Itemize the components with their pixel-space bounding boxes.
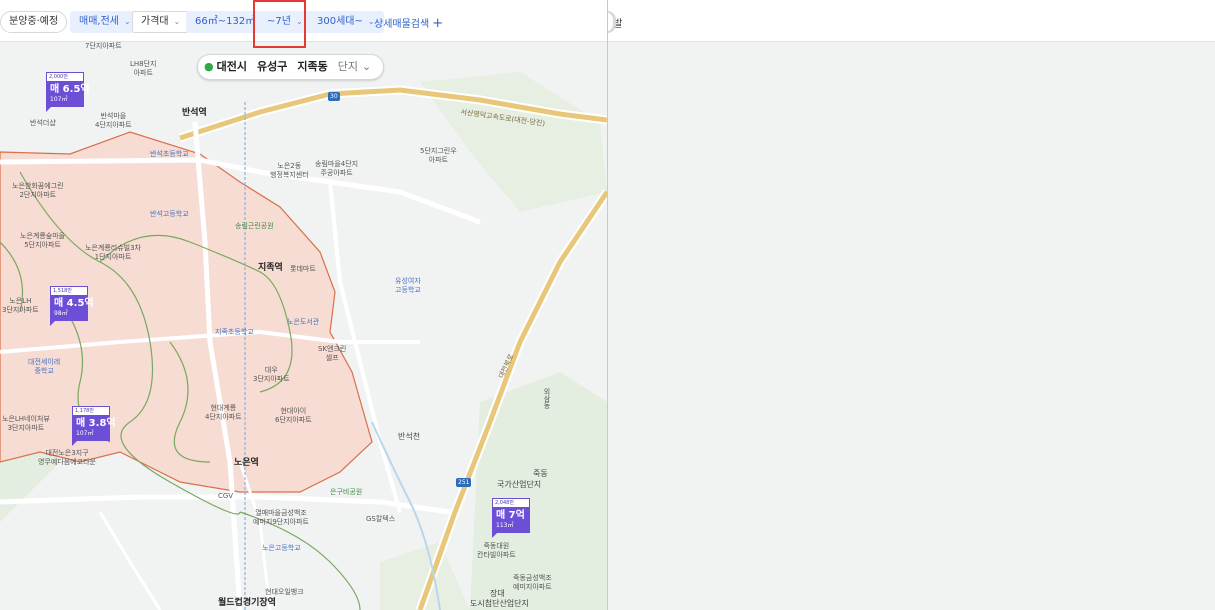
- detail-search-label: 상세매물검색: [374, 19, 430, 30]
- map-label: 죽동금성백조 예미지아파트: [513, 574, 552, 591]
- marker-price: 매 4.5억: [54, 298, 94, 309]
- plus-icon: +: [432, 16, 444, 31]
- map-label: 대전세이레 중학교: [28, 358, 61, 375]
- marker-unit-price: 1,518만: [50, 286, 88, 295]
- station-label: 월드컵경기장역: [218, 598, 276, 608]
- filter-toolbar: 개발: [608, 0, 1215, 42]
- station-label: 지족역: [258, 263, 283, 273]
- map-canvas[interactable]: ● 대전시 유성구 지족동 단지 ⌄ 30 251 7단지아파트 LH8단지 아파트 반석…: [0, 42, 607, 610]
- station-label: 반석역: [182, 108, 207, 118]
- marker-area: 113㎡: [496, 522, 514, 529]
- map-label: CGV: [218, 492, 234, 500]
- map-label: 외삼동: [543, 388, 551, 409]
- map-label: 죽동대원 칸타빌아파트: [477, 542, 516, 559]
- location-selector[interactable]: ● 대전시 유성구 지족동 단지 ⌄: [197, 54, 385, 80]
- map-label: 반석더샵: [30, 119, 56, 127]
- map-label: 반석초등학교: [150, 150, 189, 158]
- complex-label: 단지: [337, 60, 358, 73]
- map-label: GS칼텍스: [366, 515, 396, 523]
- marker-price: 매 3.8억: [76, 418, 116, 429]
- sale-status-label: 분양중·예정: [9, 16, 59, 27]
- marker-price: 매 7억: [496, 510, 525, 521]
- highway-30-shield: 30: [328, 92, 340, 101]
- map-label: 유성여자 고등학교: [395, 277, 421, 294]
- map-label: 현대오일뱅크: [265, 588, 304, 596]
- map-label: 5단지그린우 아파트: [420, 147, 457, 164]
- map-pane-left: 분양중·예정 매매,전세⌄ 가격대⌄ 66㎡~132㎡⌄ ~7년⌄ 300세대~…: [0, 0, 607, 610]
- marker-area: 107㎡: [76, 430, 94, 437]
- chevron-down-icon: ⌄: [123, 17, 131, 26]
- map-label: 노은계룡숲마을 5단지아파트: [20, 232, 66, 249]
- map-label: 열매마을금성백조 예미지9단지아파트: [253, 509, 309, 526]
- map-label: 대우 3단지아파트: [253, 366, 290, 383]
- map-label: 노은계룡리슈빌3차 1단지아파트: [85, 244, 141, 261]
- map-label: 노은LH네이처뷰 3단지아파트: [2, 415, 50, 432]
- map-label: 반석고등학교: [150, 210, 189, 218]
- marker-unit-price: 2,048만: [492, 498, 530, 507]
- price-marker[interactable]: 2,048만 매 7억 113㎡: [492, 498, 530, 538]
- price-marker[interactable]: 1,178만 매 3.8억 107㎡: [72, 406, 116, 446]
- city-label: 대전시: [216, 60, 247, 73]
- map-label: 죽동: [533, 469, 548, 478]
- price-label: 가격대: [141, 16, 169, 27]
- map-label: 반석천: [398, 432, 421, 441]
- map-label: 장대: [490, 589, 505, 598]
- map-label: 7단지아파트: [85, 42, 122, 50]
- district-label: 유성구: [256, 60, 288, 73]
- map-label: 국가산업단지: [497, 480, 542, 489]
- map-pin-icon: ●: [204, 60, 214, 73]
- map-label: 노은LH 3단지아파트: [2, 297, 39, 314]
- age-filter-highlight: [253, 0, 306, 48]
- map-label: 반석마을 4단지아파트: [95, 112, 132, 129]
- marker-area: 107㎡: [50, 96, 68, 103]
- detail-search-button[interactable]: 상세매물검색 +: [374, 15, 443, 31]
- map-label: LH8단지 아파트: [130, 60, 157, 77]
- chevron-down-icon: ⌄: [361, 60, 372, 73]
- chevron-down-icon: ⌄: [173, 17, 181, 26]
- households-filter[interactable]: 300세대~ ⌄: [308, 11, 384, 33]
- area-label: 66㎡~132㎡: [195, 16, 256, 27]
- map-label: 도시첨단산업단지: [470, 599, 529, 608]
- map-label: 송림근린공원: [235, 222, 274, 230]
- filter-toolbar: 분양중·예정 매매,전세⌄ 가격대⌄ 66㎡~132㎡⌄ ~7년⌄ 300세대~…: [0, 0, 607, 48]
- price-marker[interactable]: 2,000만 매 6.5억 107㎡: [46, 72, 90, 112]
- trade-type-filter[interactable]: 매매,전세 ⌄: [70, 11, 140, 33]
- trade-type-label: 매매,전세: [79, 16, 119, 27]
- map-label: 노은도서관: [287, 318, 320, 326]
- price-filter[interactable]: 가격대 ⌄: [132, 11, 190, 33]
- map-label: 송림마을4단지 주공아파트: [315, 160, 359, 177]
- map-pane-right: 개발: [608, 0, 1215, 610]
- station-label: 노은역: [234, 458, 259, 468]
- map-label: 대전노은3지구 영무예다음에코타운: [38, 449, 96, 466]
- map-label: 노은2동 행정복지센터: [270, 162, 309, 179]
- map-label: SK엔크린 셀프: [318, 345, 347, 362]
- dong-label: 지족동: [297, 60, 328, 73]
- price-marker[interactable]: 1,518만 매 4.5억 98㎡: [50, 286, 94, 326]
- marker-price: 매 6.5억: [50, 84, 90, 95]
- map-label: 노은고등학교: [262, 544, 301, 552]
- map-label: 현대아이 6단지아파트: [275, 407, 312, 424]
- map-label: 롯데마트: [290, 265, 316, 273]
- map-label: 현대계룡 4단지아파트: [205, 404, 242, 421]
- households-label: 300세대~: [317, 16, 363, 27]
- marker-area: 98㎡: [54, 310, 68, 317]
- map-label: 은구비공원: [330, 488, 363, 496]
- sale-status-filter[interactable]: 분양중·예정: [0, 11, 68, 33]
- marker-unit-price: 1,178만: [72, 406, 110, 415]
- map-label: 지족초등학교: [215, 328, 254, 336]
- route-251-shield: 251: [456, 478, 472, 487]
- map-label: 노은한화꿈에그린 2단지아파트: [12, 182, 64, 199]
- marker-unit-price: 2,000만: [46, 72, 84, 81]
